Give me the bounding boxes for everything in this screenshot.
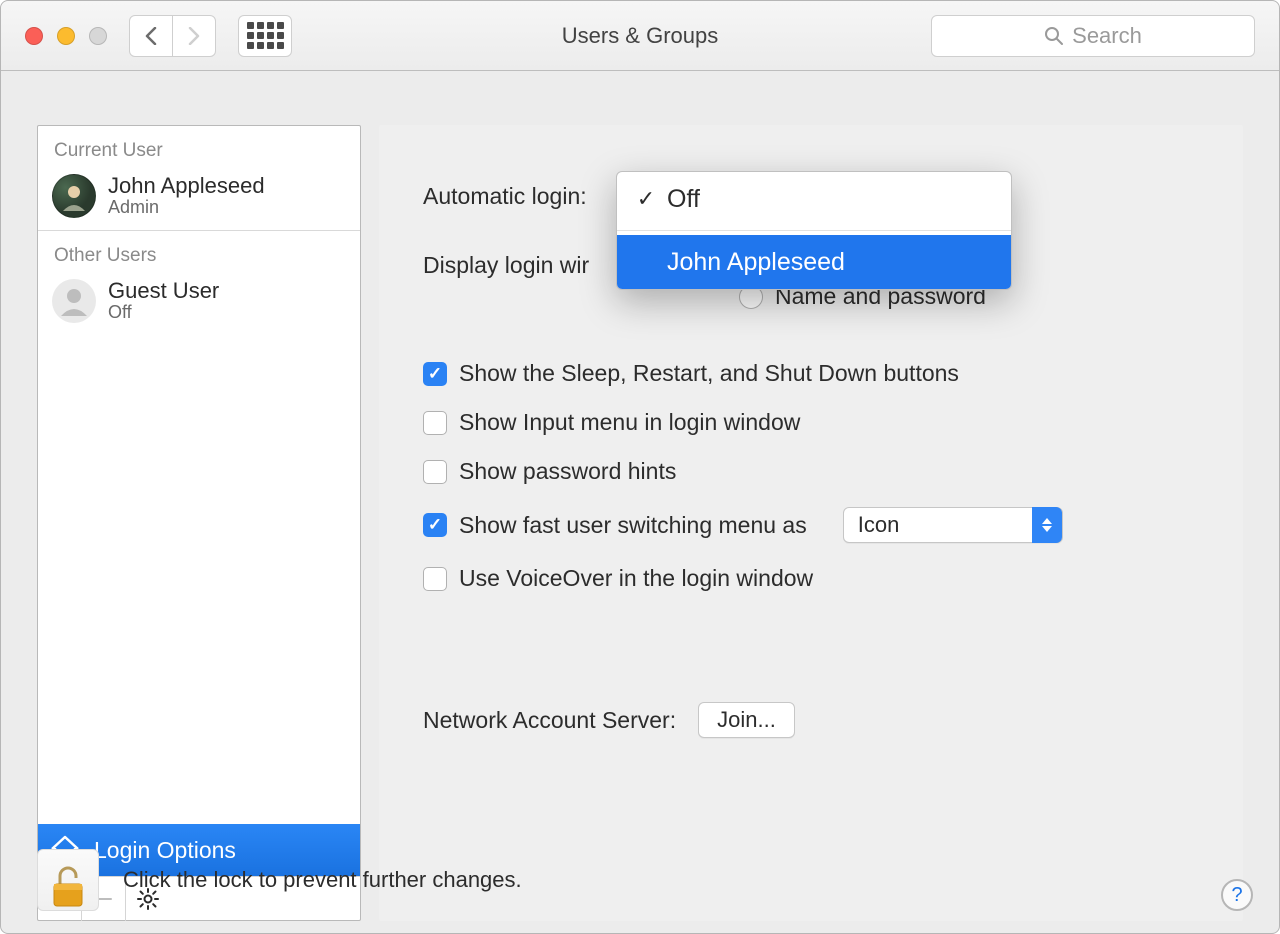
current-user-header: Current User (38, 126, 360, 168)
help-button[interactable]: ? (1221, 879, 1253, 911)
grid-icon (247, 22, 284, 49)
sidebar-item-guest-user[interactable]: Guest User Off (38, 273, 360, 335)
dropdown-user-label: John Appleseed (667, 248, 845, 277)
dropdown-item-off[interactable]: ✓ Off (617, 172, 1011, 226)
search-field[interactable]: Search (931, 15, 1255, 57)
current-user-role: Admin (108, 197, 265, 218)
voiceover-checkbox[interactable] (423, 567, 447, 591)
display-login-label: Display login wir (423, 252, 589, 279)
check-icon: ✓ (635, 186, 657, 212)
fast-user-select[interactable]: Icon (843, 507, 1063, 543)
user-avatar (52, 174, 96, 218)
unlocked-lock-icon (48, 862, 88, 910)
input-menu-checkbox[interactable] (423, 411, 447, 435)
sleep-restart-label: Show the Sleep, Restart, and Shut Down b… (459, 360, 959, 387)
guest-user-name: Guest User (108, 279, 219, 302)
titlebar: Users & Groups Search (1, 1, 1279, 71)
nav-buttons (129, 15, 216, 57)
password-hints-label: Show password hints (459, 458, 676, 485)
updown-icon (1032, 507, 1062, 543)
other-users-header: Other Users (38, 231, 360, 273)
join-button[interactable]: Join... (698, 702, 795, 738)
password-hints-checkbox[interactable] (423, 460, 447, 484)
fast-user-select-value: Icon (858, 512, 1018, 538)
dropdown-separator (617, 230, 1011, 231)
fast-user-label: Show fast user switching menu as (459, 512, 807, 539)
dropdown-item-user[interactable]: John Appleseed (617, 235, 1011, 289)
close-window-button[interactable] (25, 27, 43, 45)
back-button[interactable] (129, 15, 173, 57)
fast-user-checkbox[interactable] (423, 513, 447, 537)
guest-user-status: Off (108, 302, 219, 323)
help-icon: ? (1231, 884, 1242, 907)
sleep-restart-checkbox[interactable] (423, 362, 447, 386)
show-all-button[interactable] (238, 15, 292, 57)
guest-avatar (52, 279, 96, 323)
maximize-window-button (89, 27, 107, 45)
forward-button (172, 15, 216, 57)
sidebar-item-current-user[interactable]: John Appleseed Admin (38, 168, 360, 230)
join-button-label: Join... (717, 707, 776, 733)
lock-button[interactable] (37, 849, 99, 911)
network-server-label: Network Account Server: (423, 707, 676, 734)
lock-row: Click the lock to prevent further change… (37, 849, 522, 911)
users-sidebar: Current User John Appleseed Admin Other … (37, 125, 361, 921)
dropdown-off-label: Off (667, 185, 700, 214)
automatic-login-label: Automatic login: (423, 183, 587, 210)
preferences-window: Users & Groups Search Current User John … (0, 0, 1280, 934)
lock-text: Click the lock to prevent further change… (123, 867, 522, 893)
search-icon (1044, 26, 1064, 46)
automatic-login-dropdown[interactable]: ✓ Off John Appleseed (616, 171, 1012, 290)
input-menu-label: Show Input menu in login window (459, 409, 800, 436)
minimize-window-button[interactable] (57, 27, 75, 45)
current-user-name: John Appleseed (108, 174, 265, 197)
voiceover-label: Use VoiceOver in the login window (459, 565, 813, 592)
search-placeholder: Search (1072, 23, 1142, 49)
traffic-lights (25, 27, 107, 45)
